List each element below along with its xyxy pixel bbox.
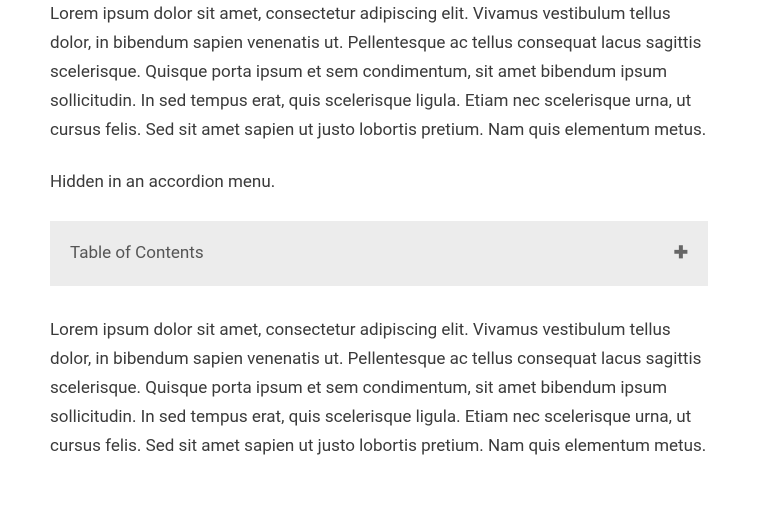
body-paragraph-2: Lorem ipsum dolor sit amet, consectetur … [50,316,708,460]
plus-icon: ✚ [674,245,688,262]
accordion-toggle[interactable]: Table of Contents ✚ [50,221,708,286]
accordion-title: Table of Contents [70,239,204,268]
body-paragraph-1: Lorem ipsum dolor sit amet, consectetur … [50,0,708,144]
accordion-description: Hidden in an accordion menu. [50,168,708,197]
